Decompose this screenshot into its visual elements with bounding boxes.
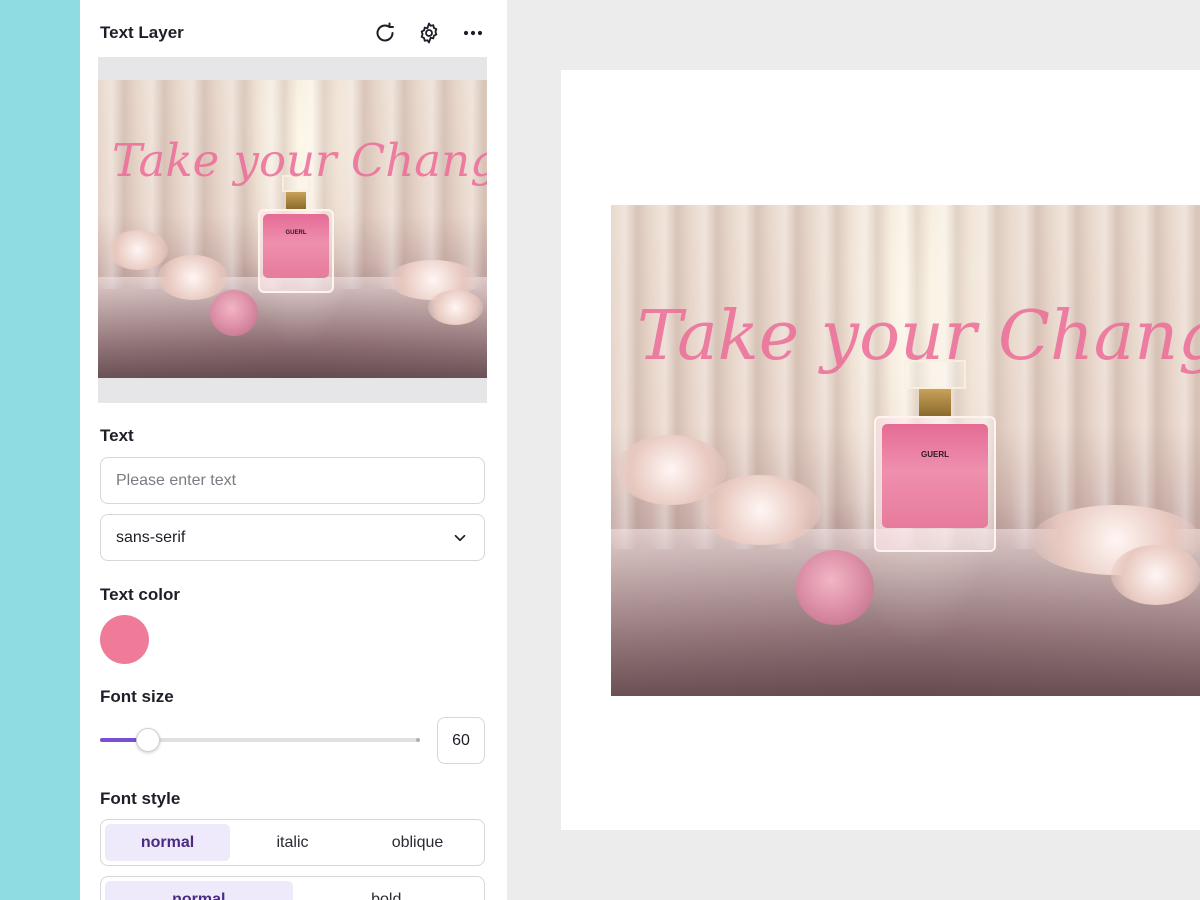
font-weight-option-bold[interactable]: bold <box>293 881 481 900</box>
font-style-option-oblique[interactable]: oblique <box>355 824 480 861</box>
slider-thumb[interactable] <box>136 728 160 752</box>
text-layer-panel: Text Layer GUERL Take your Change Text P… <box>80 0 507 900</box>
preview-overlay-text: Take your Change <box>112 134 487 187</box>
panel-title: Text Layer <box>100 23 184 42</box>
text-input[interactable] <box>100 457 485 504</box>
refresh-icon <box>376 22 394 42</box>
bottle-label: GUERL <box>285 230 307 236</box>
canvas-image[interactable]: GUERL Take your Change <box>611 205 1200 696</box>
more-options-button[interactable] <box>459 19 487 47</box>
preview-image: GUERL Take your Change <box>98 80 487 378</box>
more-icon <box>463 30 483 36</box>
settings-button[interactable] <box>415 19 443 47</box>
font-family-select[interactable]: sans-serif <box>100 514 485 561</box>
slider-end-mark <box>416 738 420 742</box>
font-size-label: Font size <box>100 687 174 706</box>
canvas-overlay-text: Take your Change <box>637 297 1200 376</box>
text-section-label: Text <box>100 426 134 445</box>
font-style-option-normal[interactable]: normal <box>105 824 230 861</box>
gear-icon <box>420 22 438 44</box>
font-style-label: Font style <box>100 789 181 808</box>
canvas-bottle-label: GUERL <box>921 450 949 459</box>
panel-header: Text Layer <box>100 18 487 48</box>
font-style-option-italic[interactable]: italic <box>230 824 355 861</box>
font-style-segmented: normal italic oblique <box>100 819 485 866</box>
font-size-slider[interactable] <box>100 725 420 755</box>
preview-area: GUERL Take your Change <box>98 57 487 403</box>
left-sidebar-strip <box>0 0 80 900</box>
text-color-swatch[interactable] <box>100 615 149 664</box>
chevron-down-icon <box>454 534 466 541</box>
font-family-value: sans-serif <box>116 528 186 546</box>
font-size-value: 60 <box>452 731 470 749</box>
header-actions <box>371 19 487 47</box>
font-weight-option-normal[interactable]: normal <box>105 881 293 900</box>
font-size-value-box[interactable]: 60 <box>437 717 485 764</box>
canvas-frame: GUERL Take your Change <box>561 70 1200 830</box>
refresh-button[interactable] <box>371 19 399 47</box>
font-weight-segmented: normal bold <box>100 876 485 900</box>
text-color-label: Text color <box>100 585 180 604</box>
